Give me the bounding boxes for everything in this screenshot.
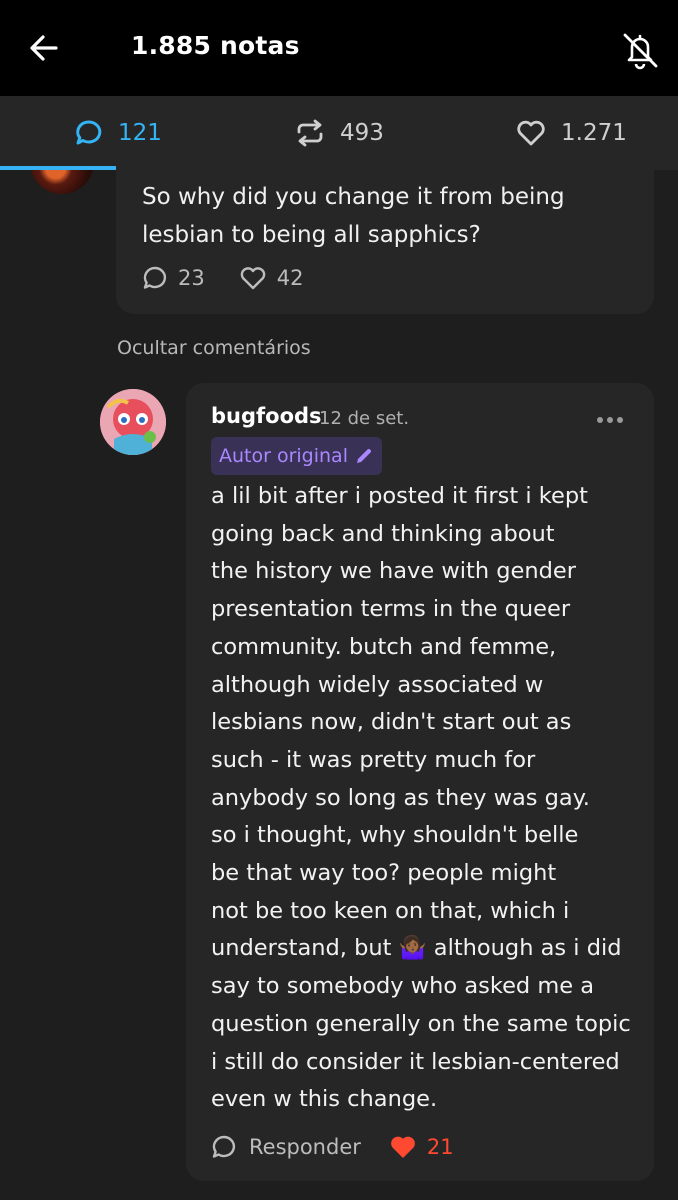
reply-line: although widely associated w — [211, 671, 544, 698]
heart-filled-icon — [391, 1136, 415, 1158]
tab-likes-count: 1.271 — [561, 120, 627, 146]
reply-line: lesbians now, didn't start out as — [211, 709, 572, 736]
reply-line: a lil bit after i posted it first i kept — [211, 483, 588, 509]
reply-line: presentation terms in the queer — [211, 596, 571, 623]
bell-off-icon[interactable] — [618, 28, 662, 72]
reply-line: anybody so long as they was gay. — [211, 784, 590, 811]
username[interactable]: bugfoods — [211, 404, 322, 428]
hide-comments-button[interactable]: Ocultar comentários — [117, 337, 311, 359]
pencil-icon — [356, 448, 371, 463]
original-author-badge: Autor original — [211, 437, 382, 475]
reply-button[interactable]: Responder — [211, 1134, 361, 1160]
parent-likes-count: 42 — [276, 266, 304, 290]
badge-label: Autor original — [219, 445, 348, 467]
reply-line: even w this change. — [211, 1086, 438, 1113]
parent-comment-actions: 23 42 — [142, 262, 337, 294]
reply-line: so i thought, why shouldn't belle — [211, 822, 579, 849]
parent-reply-button[interactable]: 23 — [142, 265, 205, 291]
tab-comments-count: 121 — [118, 120, 162, 146]
avatar-image — [100, 389, 166, 455]
reply-line: although as i did — [433, 935, 622, 962]
parent-like-button[interactable]: 42 — [239, 265, 304, 291]
reply-label: Responder — [249, 1135, 361, 1159]
arrow-left-icon[interactable] — [26, 30, 62, 66]
reply-line-with-emoji: understand, but 🤷🏾‍♀️ although as i did — [211, 930, 641, 968]
parent-comment-text: So why did you change it from being lesb… — [142, 184, 565, 248]
shrug-emoji: 🤷🏾‍♀️ — [398, 935, 427, 962]
reblog-icon — [297, 119, 323, 147]
avatar[interactable] — [100, 389, 166, 455]
reply-line: be that way too? people might — [211, 860, 557, 887]
more-options-icon[interactable] — [594, 410, 626, 430]
like-button[interactable]: 21 — [389, 1134, 454, 1160]
comment-icon — [212, 1135, 236, 1158]
reply-line: i still do consider it lesbian-centered — [211, 1048, 620, 1075]
reply-line: community. butch and femme, — [211, 633, 557, 660]
reply-line: understand, but — [211, 935, 392, 962]
tab-reblogs-count: 493 — [340, 120, 384, 146]
reply-line: question generally on the same topic — [211, 1010, 631, 1037]
reply-actions: Responder 21 — [211, 1130, 454, 1164]
reply-line: such - it was pretty much for — [211, 746, 536, 773]
top-bar: 1.885 notas — [0, 0, 678, 96]
reply-line: not be too keen on that, which i — [211, 897, 570, 924]
parent-replies-count: 23 — [178, 266, 205, 290]
reply-line: say to somebody who asked me a — [211, 973, 595, 1000]
reply-line: going back and thinking about — [211, 520, 555, 547]
likes-count: 21 — [426, 1135, 454, 1159]
reply-line: the history we have with gender — [211, 558, 577, 585]
comment-icon — [76, 120, 102, 145]
comment-icon — [143, 266, 167, 289]
parent-commenter-avatar[interactable] — [30, 170, 94, 194]
heart-icon — [517, 120, 545, 146]
heart-icon — [240, 267, 266, 290]
reply-text: a lil bit after i posted it first i kept… — [211, 478, 641, 1119]
page-title: 1.885 notas — [131, 31, 300, 60]
timestamp: 12 de set. — [319, 408, 410, 429]
